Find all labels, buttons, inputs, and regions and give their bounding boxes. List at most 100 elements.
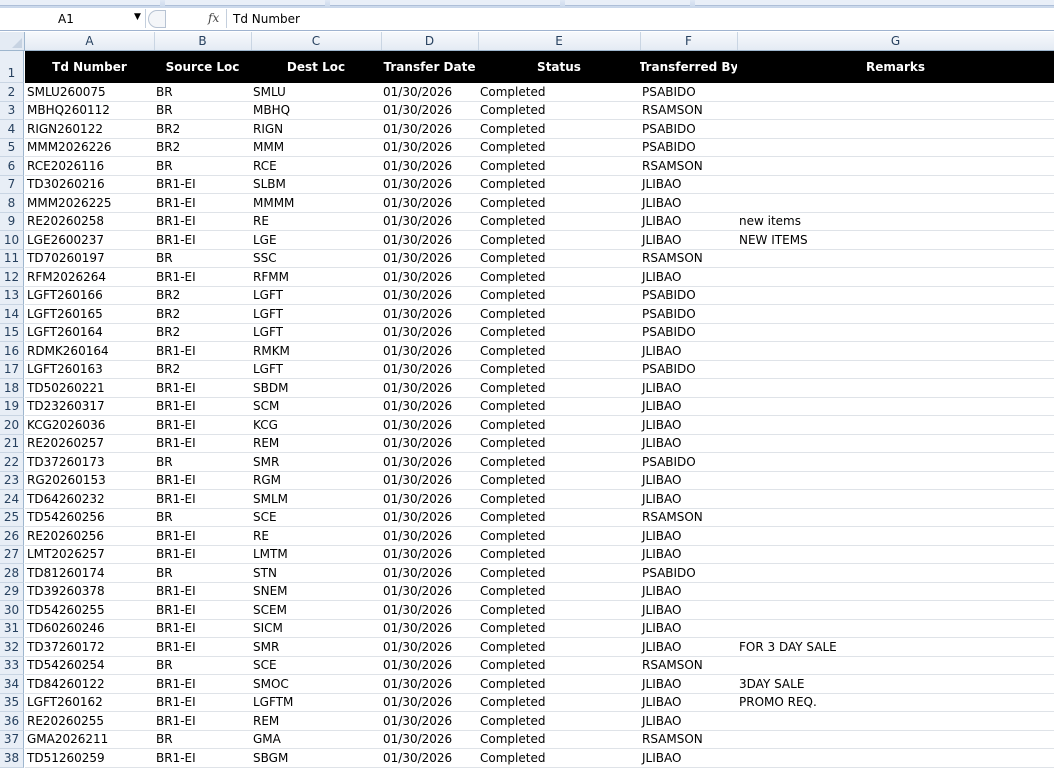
header-cell-remarks[interactable]: Remarks xyxy=(737,51,1054,83)
cell-transfer-date[interactable]: 01/30/2026 xyxy=(381,564,478,583)
cell-dest-loc[interactable]: LGFT xyxy=(251,324,381,342)
cell-status[interactable]: Completed xyxy=(478,583,640,601)
cell-transferred-by[interactable]: RSAMSON xyxy=(640,731,737,749)
row-number[interactable]: 16 xyxy=(0,342,24,361)
cell-source-loc[interactable]: BR xyxy=(154,157,251,176)
cell-remarks[interactable] xyxy=(737,342,1054,361)
cell-transferred-by[interactable]: JLIBAO xyxy=(640,620,737,638)
row-number[interactable]: 33 xyxy=(0,656,24,675)
cell-transferred-by[interactable]: PSABIDO xyxy=(640,287,737,305)
cell-transfer-date[interactable]: 01/30/2026 xyxy=(381,583,478,601)
cell-transferred-by[interactable]: PSABIDO xyxy=(640,453,737,472)
cell-remarks[interactable] xyxy=(737,250,1054,268)
cell-transfer-date[interactable]: 01/30/2026 xyxy=(381,731,478,749)
cell-transfer-date[interactable]: 01/30/2026 xyxy=(381,490,478,509)
cell-transferred-by[interactable]: JLIBAO xyxy=(640,601,737,620)
cell-source-loc[interactable]: BR xyxy=(154,564,251,583)
row-number[interactable]: 13 xyxy=(0,286,24,305)
cell-source-loc[interactable]: BR1-EI xyxy=(154,231,251,250)
cell-status[interactable]: Completed xyxy=(478,231,640,250)
row-number[interactable]: 18 xyxy=(0,379,24,398)
cell-td-number[interactable]: LGE2600237 xyxy=(25,231,154,250)
cell-td-number[interactable]: RDMK260164 xyxy=(25,342,154,361)
cell-td-number[interactable]: TD39260378 xyxy=(25,583,154,601)
cell-transfer-date[interactable]: 01/30/2026 xyxy=(381,157,478,176)
cell-transfer-date[interactable]: 01/30/2026 xyxy=(381,213,478,231)
cell-td-number[interactable]: RIGN260122 xyxy=(25,120,154,139)
row-number[interactable]: 7 xyxy=(0,175,24,194)
cell-remarks[interactable] xyxy=(737,712,1054,731)
cell-source-loc[interactable]: BR1-EI xyxy=(154,675,251,694)
cell-source-loc[interactable]: BR1-EI xyxy=(154,213,251,231)
column-header-a[interactable]: A xyxy=(25,32,155,50)
row-number[interactable]: 3 xyxy=(0,101,24,120)
expand-formula-icon[interactable] xyxy=(148,10,166,28)
cell-transfer-date[interactable]: 01/30/2026 xyxy=(381,324,478,342)
formula-input[interactable]: Td Number xyxy=(226,9,1054,28)
cell-source-loc[interactable]: BR1-EI xyxy=(154,638,251,657)
cell-status[interactable]: Completed xyxy=(478,435,640,453)
row-number[interactable]: 5 xyxy=(0,138,24,157)
cell-source-loc[interactable]: BR xyxy=(154,102,251,120)
cell-remarks[interactable] xyxy=(737,102,1054,120)
cell-remarks[interactable] xyxy=(737,379,1054,398)
cell-transfer-date[interactable]: 01/30/2026 xyxy=(381,694,478,712)
cell-transferred-by[interactable]: PSABIDO xyxy=(640,120,737,139)
cell-remarks[interactable]: 3DAY SALE xyxy=(737,675,1054,694)
cell-dest-loc[interactable]: SCM xyxy=(251,398,381,416)
cell-source-loc[interactable]: BR xyxy=(154,657,251,675)
cell-td-number[interactable]: LMT2026257 xyxy=(25,546,154,564)
header-cell-transferred-by[interactable]: Transferred By xyxy=(640,51,737,83)
cell-td-number[interactable]: GMA2026211 xyxy=(25,731,154,749)
cell-status[interactable]: Completed xyxy=(478,398,640,416)
cell-source-loc[interactable]: BR1-EI xyxy=(154,601,251,620)
cell-source-loc[interactable]: BR1-EI xyxy=(154,398,251,416)
cell-source-loc[interactable]: BR1-EI xyxy=(154,268,251,287)
cell-td-number[interactable]: TD37260173 xyxy=(25,453,154,472)
row-number[interactable]: 38 xyxy=(0,749,24,768)
cell-transferred-by[interactable]: JLIBAO xyxy=(640,749,737,768)
cell-source-loc[interactable]: BR xyxy=(154,731,251,749)
column-header-e[interactable]: E xyxy=(478,32,641,50)
row-number[interactable]: 36 xyxy=(0,712,24,731)
cell-transfer-date[interactable]: 01/30/2026 xyxy=(381,675,478,694)
row-number[interactable]: 15 xyxy=(0,323,24,342)
cell-dest-loc[interactable]: LMTM xyxy=(251,546,381,564)
cell-source-loc[interactable]: BR2 xyxy=(154,287,251,305)
cell-transfer-date[interactable]: 01/30/2026 xyxy=(381,638,478,657)
cell-remarks[interactable] xyxy=(737,620,1054,638)
row-number[interactable]: 17 xyxy=(0,360,24,379)
cell-remarks[interactable] xyxy=(737,361,1054,379)
cell-source-loc[interactable]: BR1-EI xyxy=(154,472,251,490)
cell-status[interactable]: Completed xyxy=(478,546,640,564)
cell-transferred-by[interactable]: JLIBAO xyxy=(640,231,737,250)
column-header-f[interactable]: F xyxy=(640,32,738,50)
cell-td-number[interactable]: RE20260258 xyxy=(25,213,154,231)
cell-dest-loc[interactable]: LGFTM xyxy=(251,694,381,712)
row-number[interactable]: 27 xyxy=(0,545,24,564)
cell-dest-loc[interactable]: RMKM xyxy=(251,342,381,361)
cell-td-number[interactable]: TD70260197 xyxy=(25,250,154,268)
row-number[interactable]: 26 xyxy=(0,527,24,546)
select-all-button[interactable] xyxy=(0,32,25,50)
cell-remarks[interactable] xyxy=(737,194,1054,213)
cell-status[interactable]: Completed xyxy=(478,712,640,731)
cell-source-loc[interactable]: BR2 xyxy=(154,139,251,157)
cell-transferred-by[interactable]: JLIBAO xyxy=(640,398,737,416)
cell-status[interactable]: Completed xyxy=(478,157,640,176)
cell-td-number[interactable]: MMM2026226 xyxy=(25,139,154,157)
cell-td-number[interactable]: RG20260153 xyxy=(25,472,154,490)
row-number[interactable]: 29 xyxy=(0,582,24,601)
header-cell-td-number[interactable]: Td Number xyxy=(25,51,154,83)
cell-transferred-by[interactable]: PSABIDO xyxy=(640,139,737,157)
cell-transferred-by[interactable]: PSABIDO xyxy=(640,83,737,102)
cell-source-loc[interactable]: BR1-EI xyxy=(154,712,251,731)
cell-status[interactable]: Completed xyxy=(478,749,640,768)
column-header-g[interactable]: G xyxy=(737,32,1054,50)
cell-status[interactable]: Completed xyxy=(478,527,640,546)
cell-td-number[interactable]: LGFT260165 xyxy=(25,305,154,324)
cell-transfer-date[interactable]: 01/30/2026 xyxy=(381,342,478,361)
row-number[interactable]: 21 xyxy=(0,434,24,453)
cell-td-number[interactable]: LGFT260164 xyxy=(25,324,154,342)
cell-transferred-by[interactable]: PSABIDO xyxy=(640,324,737,342)
